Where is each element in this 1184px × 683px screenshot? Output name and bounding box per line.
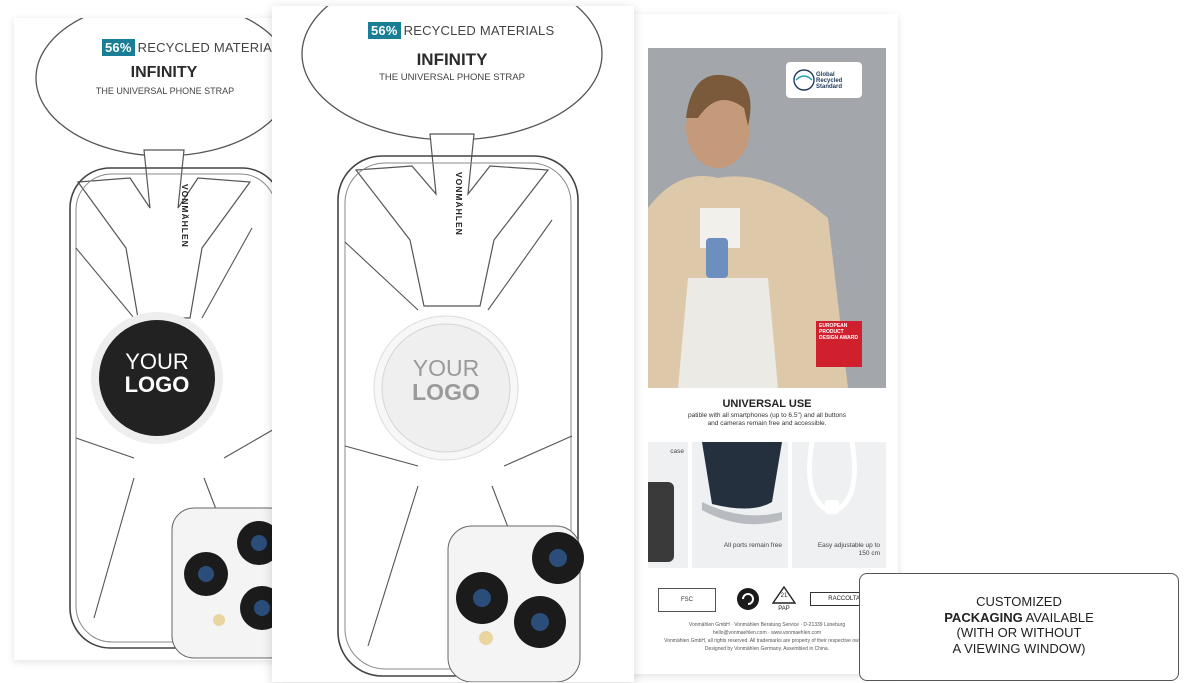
recycle-code-number: 21 — [780, 593, 788, 599]
callout-line3: (WITH OR WITHOUT — [956, 625, 1082, 641]
feature-thumb-case: case — [648, 442, 688, 568]
callout-line4: A VIEWING WINDOW) — [952, 640, 1086, 656]
logo-line-logo: LOGO — [124, 372, 190, 398]
product-title: INFINITY — [130, 64, 198, 81]
recycled-percent: 56% — [102, 39, 135, 56]
phone-strap-illustration — [301, 6, 603, 682]
certification-row: FSC 21 PAP RACCOLTA CA — [648, 585, 888, 612]
recycled-label: RECYCLED MATERIALS — [137, 40, 286, 55]
case-illustration — [648, 482, 674, 562]
packaging-card-back: Global Recycled Standard EUROPEAN PRODUC… — [618, 14, 898, 674]
product-subtitle: THE UNIVERSAL PHONE STRAP — [379, 72, 525, 83]
section-text-line2: and cameras remain free and accessible. — [707, 420, 827, 428]
grs-logo-box: Global Recycled Standard — [786, 62, 862, 98]
logo-placeholder: YOUR LOGO — [396, 356, 496, 404]
feature-thumb-adjustable: Easy adjustable up to 150 cm — [792, 442, 886, 568]
pap-recycle-code: 21 PAP — [771, 585, 797, 612]
recycled-badge: 56% RECYCLED MATERIALS — [368, 22, 555, 39]
callout-text: CUSTOMIZED PACKAGING AVAILABLE (WITH OR … — [860, 594, 1178, 656]
section-description: patible with all smartphones (up to 6.5"… — [648, 412, 886, 429]
brand-name: VONMÄHLEN — [454, 172, 464, 236]
callout-line2-rest: AVAILABLE — [1022, 609, 1094, 625]
thumb-caption: Easy adjustable up to 150 cm — [817, 542, 880, 557]
callout-line2: PACKAGING AVAILABLE — [860, 610, 1178, 626]
footer-line: Designed by Vonmählen Germany. Assembled… — [704, 646, 830, 652]
phone-strap-illustration — [35, 18, 286, 659]
packaging-card-left: 56% RECYCLED MATERIALS INFINITY THE UNIVE… — [14, 18, 286, 660]
recycled-percent: 56% — [368, 22, 401, 39]
logo-line-your: YOUR — [125, 349, 189, 374]
grs-globe-icon — [793, 69, 815, 91]
grs-label: Global Recycled Standard — [816, 72, 843, 90]
logo-placeholder: YOUR LOGO — [107, 350, 207, 396]
thumb-caption: All ports remain free — [723, 542, 782, 549]
feature-thumb-ports: All ports remain free — [692, 442, 788, 568]
section-title: UNIVERSAL USE — [722, 398, 812, 410]
recycled-label: RECYCLED MATERIALS — [403, 23, 555, 38]
fsc-mark: FSC — [658, 588, 716, 612]
logo-line-your: YOUR — [412, 355, 480, 381]
brand-name: VONMÄHLEN — [180, 184, 190, 248]
logo-line-logo: LOGO — [412, 379, 480, 406]
footer-line: hello@vonmaehlen.com · www.vonmaehlen.co… — [712, 630, 822, 636]
recycle-code-label: PAP — [778, 606, 790, 612]
callout-keyword: PACKAGING — [944, 609, 1023, 625]
footer-line: Vonmählen GmbH · Vonmählen Beratung Serv… — [688, 622, 846, 628]
customization-callout: CUSTOMIZED PACKAGING AVAILABLE (WITH OR … — [859, 573, 1179, 681]
packaging-card-center: 56% RECYCLED MATERIALS INFINITY THE UNIVE… — [272, 6, 634, 682]
callout-line1: CUSTOMIZED — [976, 594, 1062, 609]
design-award-badge: EUROPEAN PRODUCT DESIGN AWARD — [816, 321, 862, 367]
recycled-badge: 56% RECYCLED MATERIALS — [102, 39, 286, 56]
section-text-line1: patible with all smartphones (up to 6.5"… — [687, 412, 847, 419]
product-title: INFINITY — [416, 50, 488, 69]
recycle-icon — [737, 588, 759, 610]
product-subtitle: THE UNIVERSAL PHONE STRAP — [95, 86, 235, 96]
footer-line: Vonmählen GmbH, all rights reserved. All… — [664, 638, 870, 644]
